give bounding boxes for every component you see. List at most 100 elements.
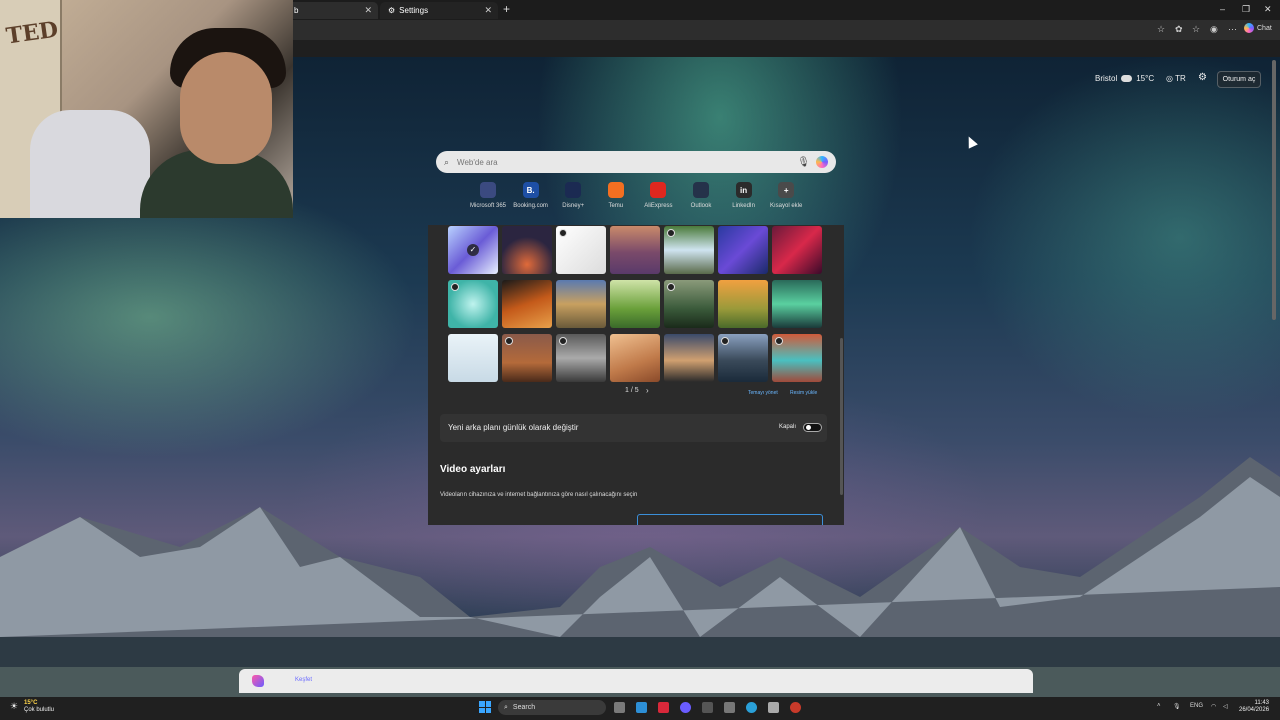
wallpaper-thumbnail[interactable] [772, 334, 822, 382]
wallpaper-thumbnail[interactable] [772, 226, 822, 274]
minimize-icon[interactable]: – [1220, 4, 1225, 14]
copilot-icon[interactable] [816, 156, 828, 168]
daily-background-row: Yeni arka planı günlük olarak değiştir K… [440, 414, 827, 442]
quick-link-icon [480, 182, 496, 198]
quick-link[interactable]: Temu [594, 182, 638, 209]
wallpaper-thumbnail[interactable] [502, 280, 552, 328]
video-badge-icon [559, 229, 567, 237]
page-settings-gear-icon[interactable]: ⚙ [1198, 72, 1207, 83]
edge-icon[interactable] [746, 702, 757, 713]
quick-link[interactable]: + Kısayol ekle [764, 182, 808, 209]
quick-link[interactable]: Microsoft 365 [466, 182, 510, 209]
volume-icon[interactable]: ◁ [1223, 703, 1228, 710]
wallpaper-thumbnail[interactable] [502, 334, 552, 382]
wallpaper-thumbnail[interactable] [556, 334, 606, 382]
wallpaper-thumbnail[interactable] [718, 280, 768, 328]
wallpaper-thumbnail[interactable] [610, 226, 660, 274]
weather-temp: 15°C [1136, 74, 1155, 83]
search-icon: ⌕ [504, 703, 508, 711]
discord-icon[interactable] [680, 702, 691, 713]
taskbar-search[interactable]: ⌕ Search [498, 700, 606, 715]
wallpaper-thumbnail[interactable] [664, 334, 714, 382]
discover-label[interactable]: Keşfet [295, 677, 312, 683]
wallpaper-thumbnail[interactable] [664, 226, 714, 274]
quick-link-label: Microsoft 365 [469, 203, 506, 209]
video-settings-description: Videoların cihazınıza ve internet bağlan… [440, 492, 638, 498]
wifi-icon[interactable]: ◠ [1211, 703, 1216, 710]
close-window-icon[interactable]: ✕ [1264, 4, 1272, 15]
favorites-icon[interactable]: ☆ [1192, 24, 1200, 35]
taskbar-clock[interactable]: 11:43 26/04/2026 [1239, 700, 1269, 714]
microphone-icon[interactable]: 🎙 [797, 157, 810, 168]
close-tab-icon[interactable]: ✕ [364, 5, 372, 16]
wallpaper-thumbnail[interactable] [448, 334, 498, 382]
wallpaper-thumbnail[interactable] [718, 334, 768, 382]
task-view-icon[interactable] [614, 702, 625, 713]
browser-tab-settings[interactable]: ⚙ Settings ✕ [380, 2, 498, 19]
upload-image-link[interactable]: Resim yükle [790, 390, 817, 396]
wallpaper-thumbnail[interactable] [556, 226, 606, 274]
weather-widget[interactable]: Bristol 15°C [1095, 74, 1154, 83]
telegram-icon[interactable] [636, 702, 647, 713]
next-page-chevron-icon[interactable]: › [646, 386, 649, 395]
wallpaper-thumbnail[interactable] [556, 280, 606, 328]
copilot-chat-button[interactable]: Chat [1244, 23, 1272, 33]
panel-scrollbar[interactable] [840, 338, 843, 495]
profile-icon[interactable]: ◉ [1210, 24, 1218, 35]
discover-bar[interactable]: Keşfet [239, 669, 1033, 693]
wallpaper-thumbnail[interactable] [718, 226, 768, 274]
language-button[interactable]: ◎ TR [1166, 74, 1186, 83]
clock-time: 11:43 [1254, 700, 1270, 706]
microphone-icon[interactable]: 🎙 [1173, 703, 1181, 710]
wallpaper-thumbnail[interactable] [610, 280, 660, 328]
quick-link[interactable]: in LinkedIn [722, 182, 766, 209]
quick-link-label: AliExpress [644, 203, 673, 209]
chrome-icon[interactable] [790, 702, 801, 713]
close-tab-icon[interactable]: ✕ [484, 5, 492, 16]
app-icon[interactable] [702, 702, 713, 713]
more-icon[interactable]: ⋯ [1228, 24, 1237, 35]
gaming-chair [30, 110, 150, 218]
video-badge-icon [667, 283, 675, 291]
quick-link[interactable]: AliExpress [636, 182, 680, 209]
gear-icon: ⚙ [388, 6, 396, 15]
quick-link-label: LinkedIn [732, 203, 755, 209]
app-icon[interactable] [768, 702, 779, 713]
video-option-card[interactable] [637, 514, 823, 525]
quick-link[interactable]: Outlook [679, 182, 723, 209]
daily-background-label: Yeni arka planı günlük olarak değiştir [448, 423, 579, 432]
wallpaper-thumbnail[interactable] [502, 226, 552, 274]
wallpaper-thumbnail[interactable] [664, 280, 714, 328]
web-search-box[interactable]: ⌕ 🎙 [436, 151, 836, 173]
wallpaper-thumbnail[interactable] [772, 280, 822, 328]
wallpaper-thumbnail[interactable] [448, 280, 498, 328]
wallpaper-thumbnail[interactable]: ✓ [448, 226, 498, 274]
opera-icon[interactable] [658, 702, 669, 713]
app-icon[interactable] [724, 702, 735, 713]
page-scrollbar[interactable] [1272, 60, 1276, 320]
wallpaper-thumbnail[interactable] [610, 334, 660, 382]
quick-link-icon [650, 182, 667, 198]
butterfly-logo-icon [252, 675, 264, 687]
chevron-up-icon[interactable]: ˄ [1157, 703, 1161, 709]
new-tab-plus-icon[interactable]: + [503, 2, 510, 16]
windows-taskbar: ☀ 15°C Çok bulutlu ⌕ Search ˄ 🎙 ENG ◠ ◁ … [0, 697, 1280, 720]
quick-link-icon: + [778, 182, 795, 198]
video-badge-icon [667, 229, 675, 237]
taskbar-weather-widget[interactable]: ☀ 15°C Çok bulutlu [6, 700, 54, 714]
quick-link[interactable]: B. Booking.com [509, 182, 553, 209]
taskbar-search-label: Search [512, 704, 536, 711]
manage-themes-link[interactable]: Temayı yönet [748, 390, 778, 396]
extension-icon[interactable]: ✿ [1175, 24, 1183, 35]
globe-icon: ◎ [1166, 74, 1173, 83]
search-input[interactable] [455, 156, 798, 168]
restore-icon[interactable]: ❐ [1242, 4, 1250, 15]
quick-link[interactable]: Disney+ [551, 182, 595, 209]
daily-background-toggle[interactable] [803, 423, 822, 432]
video-badge-icon [451, 283, 459, 291]
video-badge-icon [775, 337, 783, 345]
taskbar-lang[interactable]: ENG [1190, 703, 1203, 709]
windows-start-icon[interactable] [479, 701, 491, 713]
star-icon[interactable]: ☆ [1157, 24, 1165, 35]
signin-button[interactable]: Oturum aç [1217, 71, 1261, 88]
